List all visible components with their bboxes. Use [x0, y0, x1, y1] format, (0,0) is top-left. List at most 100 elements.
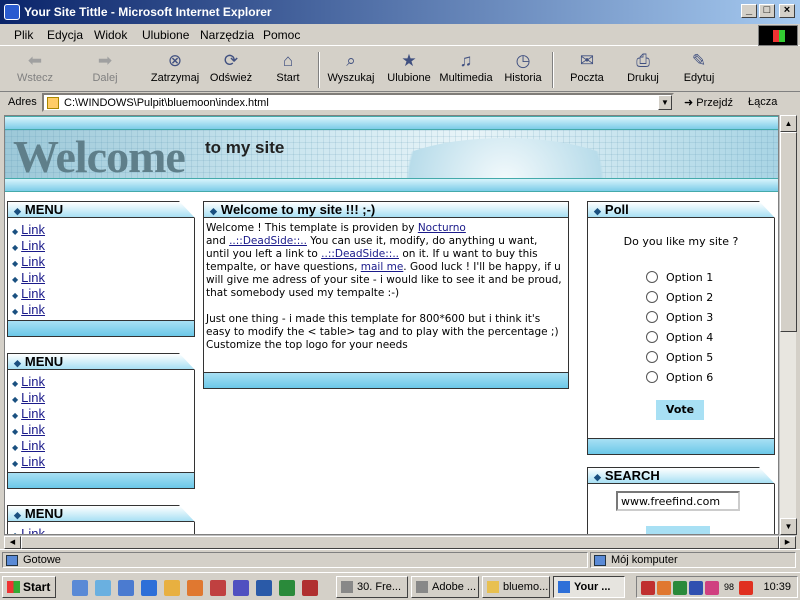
- tray-icon[interactable]: [689, 581, 703, 595]
- quicklaunch-ie2-icon[interactable]: [141, 580, 157, 596]
- minimize-icon[interactable]: _: [741, 4, 757, 18]
- media-button[interactable]: ♫ Multimedia: [435, 50, 497, 90]
- scroll-thumb[interactable]: [21, 536, 779, 549]
- poll-option[interactable]: Option 5: [646, 351, 713, 364]
- author-link[interactable]: Nocturno: [418, 222, 466, 234]
- search-button[interactable]: [646, 526, 710, 534]
- scroll-down-icon[interactable]: ▼: [780, 518, 797, 535]
- quicklaunch-app2-icon[interactable]: [210, 580, 226, 596]
- search-button[interactable]: ⌕ Wyszukaj: [320, 50, 382, 90]
- vertical-scrollbar[interactable]: ▲ ▼: [779, 115, 797, 535]
- status-zone: Mój komputer: [590, 552, 796, 568]
- menu-link[interactable]: ◆Link: [12, 526, 45, 534]
- page-icon: [47, 97, 59, 109]
- quicklaunch-excel-icon[interactable]: [279, 580, 295, 596]
- menu-box-3: ◆MENU ◆Link: [7, 505, 195, 534]
- quicklaunch-word-icon[interactable]: [256, 580, 272, 596]
- stop-button[interactable]: ⊗ Zatrzymaj: [144, 50, 206, 90]
- back-button[interactable]: ⬅ Wstecz: [4, 50, 66, 90]
- tray-icon[interactable]: [705, 581, 719, 595]
- print-button[interactable]: ⎙ Drukuj: [612, 50, 674, 90]
- address-bar: Adres C:\WINDOWS\Pulpit\bluemoon\index.h…: [0, 92, 800, 114]
- quicklaunch-app-icon[interactable]: [164, 580, 180, 596]
- menu-link[interactable]: ◆Link: [12, 454, 45, 472]
- quicklaunch-app4-icon[interactable]: [302, 580, 318, 596]
- search-box: ◆ SEARCH www.freefind.com: [587, 467, 775, 534]
- refresh-button[interactable]: ⟳ Odśwież: [200, 50, 262, 90]
- menu-view[interactable]: Widok: [94, 28, 127, 42]
- quicklaunch-ie-icon[interactable]: [95, 580, 111, 596]
- history-button[interactable]: ◷ Historia: [492, 50, 554, 90]
- start-button[interactable]: Start: [2, 576, 56, 598]
- zonealarm-icon[interactable]: [739, 581, 753, 595]
- taskbar-button[interactable]: 30. Fre...: [336, 576, 408, 598]
- go-button[interactable]: ➜ Przejdź: [684, 96, 733, 109]
- poll-option[interactable]: Option 2: [646, 291, 713, 304]
- address-label: Adres: [8, 96, 37, 108]
- edit-button[interactable]: ✎ Edytuj: [668, 50, 730, 90]
- deadside-link[interactable]: ..::DeadSide::..: [321, 248, 399, 260]
- menu-favorites[interactable]: Ulubione: [142, 28, 189, 42]
- page-viewport: Welcome to my site ◆ MENU ◆ Link ◆ Link ◆ Li…: [4, 115, 779, 535]
- mail-button[interactable]: ✉ Poczta: [556, 50, 618, 90]
- tray-number: 98: [724, 582, 735, 592]
- tray-icon[interactable]: [641, 581, 655, 595]
- ie-app-icon[interactable]: [4, 4, 20, 20]
- menu-file[interactable]: Plik: [14, 28, 33, 42]
- menu-edit[interactable]: Edycja: [47, 28, 83, 42]
- favorites-button[interactable]: ★ Ulubione: [378, 50, 440, 90]
- horizontal-scrollbar[interactable]: ◀ ▶: [4, 535, 796, 549]
- menu-tools[interactable]: Narzędzia: [200, 28, 254, 42]
- poll-option[interactable]: Option 3: [646, 311, 713, 324]
- back-arrow-icon: ⬅: [27, 51, 43, 70]
- mail-link[interactable]: mail me: [361, 261, 404, 273]
- poll-box: ◆ Poll Do you like my site ? Option 1 Opt…: [587, 201, 775, 455]
- scroll-up-icon[interactable]: ▲: [780, 115, 797, 132]
- close-icon[interactable]: ×: [779, 4, 795, 18]
- menu-box-1: ◆ MENU ◆ Link ◆ Link ◆ Link ◆ Link ◆ Link ◆ Lin…: [7, 201, 195, 337]
- poll-option[interactable]: Option 6: [646, 371, 713, 384]
- menu-box-footer: [8, 472, 194, 488]
- tray-icon[interactable]: [657, 581, 671, 595]
- edit-icon: ✎: [691, 51, 707, 70]
- taskbar: Start 30. Fre... Adobe ... bluemo... You…: [0, 572, 800, 600]
- stop-icon: ⊗: [167, 51, 183, 70]
- deadside-link[interactable]: ..::DeadSide::..: [229, 235, 307, 247]
- taskbar-button[interactable]: bluemo...: [482, 576, 550, 598]
- address-dropdown-icon[interactable]: ▼: [658, 95, 672, 110]
- poll-option[interactable]: Option 1: [646, 271, 713, 284]
- windows-logo-icon: [758, 25, 798, 46]
- search-icon: ⌕: [346, 51, 356, 70]
- radio-icon: [646, 371, 658, 383]
- status-bar: Gotowe Mój komputer: [0, 549, 800, 569]
- taskbar-button[interactable]: Adobe ...: [411, 576, 479, 598]
- quicklaunch-app3-icon[interactable]: [233, 580, 249, 596]
- menu-help[interactable]: Pomoc: [263, 28, 300, 42]
- links-button[interactable]: Łącza: [748, 96, 777, 108]
- forward-button[interactable]: ➡ Dalej: [74, 50, 136, 90]
- address-input[interactable]: C:\WINDOWS\Pulpit\bluemoon\index.html ▼: [42, 93, 674, 112]
- forward-arrow-icon: ➡: [97, 51, 113, 70]
- clock[interactable]: 10:39: [763, 581, 791, 593]
- poll-option[interactable]: Option 4: [646, 331, 713, 344]
- banner-welcome: Welcome: [13, 131, 186, 179]
- vote-button[interactable]: Vote: [656, 400, 704, 420]
- page-icon: [6, 555, 18, 566]
- search-header: ◆ SEARCH: [588, 467, 775, 484]
- quicklaunch-desktop-icon[interactable]: [72, 580, 88, 596]
- quicklaunch-media-icon[interactable]: [187, 580, 203, 596]
- menu-link[interactable]: ◆Link: [12, 302, 45, 320]
- taskbar-button[interactable]: Your ...: [553, 576, 625, 598]
- scroll-right-icon[interactable]: ▶: [779, 536, 796, 549]
- banner: Welcome to my site: [5, 130, 778, 179]
- content-header: ◆ Welcome to my site !!! ;-): [204, 202, 568, 218]
- history-icon: ◷: [515, 51, 531, 70]
- tray-icon[interactable]: [673, 581, 687, 595]
- title-bar[interactable]: Your Site Tittle - Microsoft Internet Ex…: [0, 0, 800, 24]
- search-input[interactable]: www.freefind.com: [616, 491, 740, 511]
- scroll-left-icon[interactable]: ◀: [4, 536, 21, 549]
- quicklaunch-outlook-icon[interactable]: [118, 580, 134, 596]
- scroll-thumb[interactable]: [780, 132, 797, 332]
- home-button[interactable]: ⌂ Start: [257, 50, 319, 90]
- maximize-icon[interactable]: □: [759, 4, 775, 18]
